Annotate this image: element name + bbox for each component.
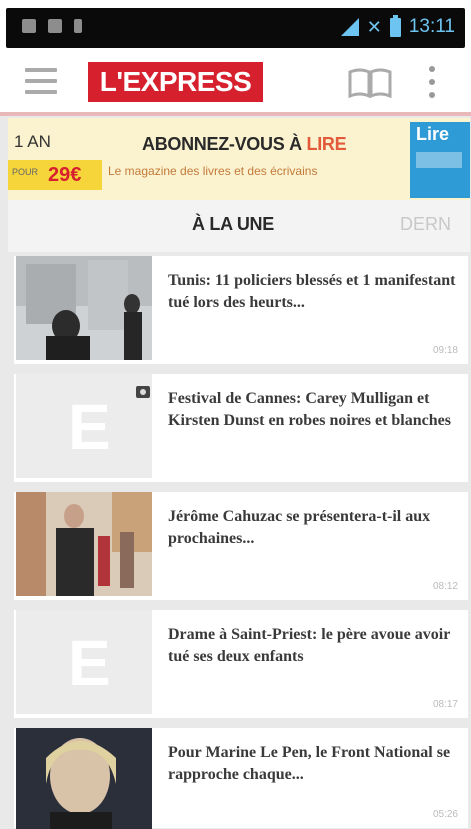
header-divider xyxy=(0,112,471,116)
list-item[interactable]: Jérôme Cahuzac se présentera-t-il aux pr… xyxy=(14,492,468,600)
ad-price-prefix: POUR xyxy=(12,167,39,177)
express-placeholder-icon: E xyxy=(68,627,111,699)
ad-price: 29€ xyxy=(48,164,82,186)
gallery-icon xyxy=(136,386,150,398)
list-item[interactable]: E Festival de Cannes: Carey Mulligan et … xyxy=(14,374,468,482)
book-icon[interactable] xyxy=(346,66,394,98)
ad-banner[interactable]: 1 AN POUR 29€ ABONNEZ-VOUS À LIRE Le mag… xyxy=(8,118,470,200)
list-item[interactable]: Tunis: 11 policiers blessés et 1 manifes… xyxy=(14,256,468,364)
article-time: 08:12 xyxy=(432,581,458,592)
article-time: 05:26 xyxy=(432,809,458,820)
tab-a-la-une[interactable]: À LA UNE xyxy=(192,214,274,235)
ad-price-box: POUR 29€ xyxy=(8,160,102,190)
status-bar-background: ✕ 13:11 xyxy=(6,8,465,48)
app-logo[interactable]: L'EXPRESS xyxy=(88,62,263,102)
ad-subtitle: Le magazine des livres et des écrivains xyxy=(108,164,318,178)
status-bar: ✕ 13:11 xyxy=(0,0,471,50)
signal-icon xyxy=(340,18,359,36)
article-thumbnail-placeholder: E xyxy=(16,374,152,478)
article-headline: Drame à Saint-Priest: le père avoue avoi… xyxy=(168,626,451,665)
list-item[interactable]: Pour Marine Le Pen, le Front National se… xyxy=(14,728,468,829)
article-thumbnail xyxy=(16,728,152,829)
list-item[interactable]: E Drame à Saint-Priest: le père avoue av… xyxy=(14,610,468,718)
ad-magazine-title: Lire xyxy=(416,124,450,144)
system-icons: ✕ 13:11 xyxy=(340,14,455,38)
article-thumbnail xyxy=(16,492,152,596)
notification-icons xyxy=(22,19,82,33)
article-headline: Festival de Cannes: Carey Mulligan et Ki… xyxy=(168,390,451,429)
section-tabs: À LA UNE DERN xyxy=(8,200,470,252)
battery-icon xyxy=(389,14,401,37)
article-headline: Tunis: 11 policiers blessés et 1 manifes… xyxy=(168,272,456,311)
article-time: 08:17 xyxy=(432,699,458,710)
ad-headline: ABONNEZ-VOUS À LIRE xyxy=(142,134,347,155)
ad-headline-text: ABONNEZ-VOUS À xyxy=(142,134,302,154)
express-placeholder-icon: E xyxy=(68,391,111,463)
bbm-notification-icon xyxy=(48,19,62,33)
ad-term: 1 AN xyxy=(14,132,51,151)
ad-magazine-band xyxy=(416,152,462,168)
article-time: 09:18 xyxy=(432,345,458,356)
article-headline: Jérôme Cahuzac se présentera-t-il aux pr… xyxy=(168,508,431,547)
app-bar: L'EXPRESS xyxy=(0,50,471,112)
article-headline: Pour Marine Le Pen, le Front National se… xyxy=(168,744,451,783)
tab-dernieres[interactable]: DERN xyxy=(400,214,451,235)
article-thumbnail xyxy=(16,256,152,360)
status-time: 13:11 xyxy=(408,16,455,37)
more-vert-icon[interactable] xyxy=(428,66,436,98)
download-icon xyxy=(74,19,82,33)
airplane-mode-icon: ✕ xyxy=(366,16,382,37)
image-notification-icon xyxy=(22,19,36,33)
ad-brand: LIRE xyxy=(306,134,347,154)
article-thumbnail-placeholder: E xyxy=(16,610,152,714)
ad-magazine-cover: Lire xyxy=(410,122,470,198)
menu-icon[interactable] xyxy=(25,68,57,94)
